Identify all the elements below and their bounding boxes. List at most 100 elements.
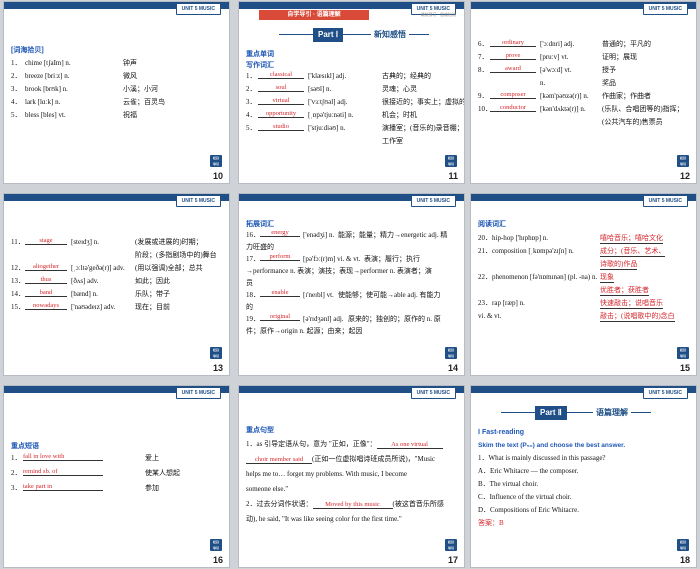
answer-blank[interactable]: nowadays — [25, 302, 67, 310]
list-item: 3． take part in 参加 — [11, 483, 223, 499]
item-meaning: 阶段；(多指剧场中的)舞台 — [135, 251, 217, 259]
answer-blank[interactable]: conductor — [490, 104, 536, 112]
nav-corner-icon[interactable]: 栏目 导引 — [677, 155, 689, 167]
nav-corner-icon[interactable]: 栏目 导引 — [210, 347, 222, 359]
answer-blank[interactable]: enable — [260, 289, 300, 297]
answer-blank[interactable]: remind sb. of — [23, 468, 103, 476]
item-number: 12． — [11, 264, 25, 272]
answer-blank[interactable]: perform — [260, 253, 300, 261]
answer-option[interactable]: B．The virtual choir. — [478, 478, 690, 491]
list-item: 8． award [ə'wɔːd] vt. 授予 — [478, 65, 690, 79]
sentence-2-intro: 2．过去分词作状语： — [246, 500, 313, 508]
list-item: vi. & vt. 敲击；(说唱歌中的)念白 — [478, 312, 690, 325]
slide-18[interactable]: UNIT 5 MUSIC Part Ⅱ 语篇理解 Ⅰ Fast-reading … — [470, 385, 697, 568]
section-heading: 重点句型 — [246, 427, 274, 434]
slide-11[interactable]: UNIT 5 MUSIC 自学导引 · 语篇理解 课前预习 · 思维检测 Par… — [238, 1, 465, 184]
item-number: 5． — [11, 111, 22, 119]
part-number: Part Ⅰ — [313, 28, 344, 42]
item-number: 3． — [11, 484, 22, 492]
answer-blank[interactable]: virtual — [258, 97, 304, 105]
nav-corner-icon[interactable]: 栏目 导引 — [445, 347, 457, 359]
answer-blank[interactable]: fall in love with — [23, 453, 103, 461]
sentence-1-translation: (正如一位虚拟唱诗班成员所说)，"Music — [312, 455, 436, 463]
list-item: 18． enable [ɪ'neɪbl] vt. 使能够；使可能→able adj. … — [246, 289, 458, 303]
nav-corner-icon[interactable]: 栏目 导引 — [210, 539, 222, 551]
item-meaning: 嘻哈音乐；嘻哈文化 — [600, 234, 663, 244]
item-meaning: 力旺盛的 — [246, 243, 274, 251]
item-meaning: (乐队、合唱团等的)指挥； — [602, 105, 684, 113]
list-item: 优胜者；获胜者 — [478, 286, 690, 299]
answer-option[interactable]: D．Compositions of Eric Whitacre. — [478, 504, 690, 517]
answer-blank[interactable]: studio — [258, 123, 304, 131]
page-number: 17 — [447, 555, 458, 565]
nav-corner-icon[interactable]: 栏目 导引 — [210, 155, 222, 167]
answer-blank[interactable]: award — [490, 65, 536, 73]
list-item: 15． nowadays ['naʊədeɪz] adv. 现在；目前 — [11, 302, 223, 316]
item-term: [pə'fɔː(r)m] vi. & vt. — [303, 255, 361, 263]
answer-option[interactable]: C．Influence of the virtual choir. — [478, 491, 690, 504]
page-number: 10 — [212, 171, 223, 181]
part-number: Part Ⅱ — [535, 406, 567, 420]
slide-16[interactable]: UNIT 5 MUSIC 重点短语 1． fall in love with 爱上 2… — [3, 385, 230, 568]
slide-17[interactable]: UNIT 5 MUSIC 重点句型 1．as 引导定语从句，意为 "正如，正像"… — [238, 385, 465, 568]
unit-tag: UNIT 5 MUSIC — [175, 195, 221, 207]
list-item: 5． bless [bles] vt. 祝福 — [11, 111, 223, 124]
item-meaning: 祝福 — [123, 111, 137, 119]
item-term: hip-hop ['hɪphɒp] n. — [492, 234, 549, 242]
item-meaning: (发展或进展的)时期； — [135, 238, 203, 246]
nav-corner-icon[interactable]: 栏目 导引 — [445, 155, 457, 167]
slide-13[interactable]: UNIT 5 MUSIC 11． stage [steɪdʒ] n. (发展或进展的)… — [3, 193, 230, 376]
nav-corner-icon[interactable]: 栏目 导引 — [677, 539, 689, 551]
item-meaning: 很接近的；事实上；虚拟的 — [382, 98, 465, 106]
item-meaning: 演播室；(音乐的)录音棚； — [382, 124, 464, 132]
sentence-2-answer[interactable]: Moved by this music — [312, 501, 393, 509]
item-meaning: 成分；(音乐、艺术、 — [600, 247, 666, 257]
answer-option[interactable]: A．Eric Whitacre — the composer. — [478, 465, 690, 478]
answer-blank[interactable]: composer — [490, 91, 536, 99]
part-banner: Part Ⅰ 新知感悟 — [279, 28, 429, 42]
item-meaning: 如此；因此 — [135, 277, 170, 285]
slide-10[interactable]: UNIT 5 MUSIC [词海拾贝] 1． chime [tʃaIm] n. 钟声… — [3, 1, 230, 184]
sentence-1-line4: someone else." — [246, 485, 289, 493]
item-number: 11． — [11, 238, 25, 246]
answer-blank[interactable]: soul — [258, 84, 304, 92]
nav-corner-icon[interactable]: 栏目 导引 — [445, 539, 457, 551]
answer-blank[interactable]: prove — [490, 52, 536, 60]
section-heading: 重点单词 — [246, 51, 274, 58]
item-term: breeze [briːz] n. — [25, 72, 70, 80]
item-meaning: 小溪；小河 — [123, 85, 158, 93]
page-number: 14 — [447, 363, 458, 373]
slide-14[interactable]: UNIT 5 MUSIC 拓展词汇 16． energy ['enədʒi] n. 能… — [238, 193, 465, 376]
item-term: [səʊl] n. — [308, 85, 332, 93]
answer-blank[interactable]: thus — [25, 276, 67, 284]
answer-blank[interactable]: stage — [25, 237, 67, 245]
slide-15[interactable]: UNIT 5 MUSIC 阅读词汇 20． hip-hop ['hɪphɒp] n… — [470, 193, 697, 376]
section-heading: 阅读词汇 — [478, 221, 506, 228]
sentence-1-answer-cont[interactable]: choir member said — [246, 456, 312, 464]
section-heading: [词海拾贝] — [11, 47, 44, 54]
sentence-1-answer[interactable]: As one virtual — [376, 441, 443, 449]
list-item: 2． remind sb. of 使某人想起 — [11, 468, 223, 484]
slide-12[interactable]: UNIT 5 MUSIC 6． ordinary ['ɔːdnri] adj. 普通的… — [470, 1, 697, 184]
item-term: bless [bles] vt. — [25, 111, 66, 119]
item-number: 7． — [478, 53, 489, 61]
answer-blank[interactable]: altogether — [25, 263, 67, 271]
answer: 答案：B — [478, 519, 504, 527]
answer-blank[interactable]: opportunity — [258, 110, 304, 118]
answer-blank[interactable]: take part in — [23, 483, 103, 491]
unit-tag: UNIT 5 MUSIC — [642, 195, 688, 207]
list-item: 21． composition [ˌkɒmpə'zɪʃn] n. 成分；(音乐、艺术… — [478, 247, 690, 260]
item-meaning: 古典的；经典的 — [382, 72, 431, 80]
list-item: 3． brook [brʊk] n. 小溪；小河 — [11, 85, 223, 98]
fast-reading-heading: Ⅰ Fast-reading — [478, 429, 525, 436]
answer-blank[interactable]: band — [25, 289, 67, 297]
list-item: 22． phenomenon [fə'nɒmɪnən] (pl. -na) n. 现… — [478, 273, 690, 286]
answer-blank[interactable]: original — [260, 313, 300, 321]
unit-tag: UNIT 5 MUSIC — [410, 195, 456, 207]
item-meaning: 能源；能量；精力→energetic adj. 精 — [338, 231, 448, 239]
answer-blank[interactable]: energy — [260, 229, 300, 237]
answer-blank[interactable]: classical — [258, 71, 304, 79]
item-number: 15． — [11, 303, 25, 311]
nav-corner-icon[interactable]: 栏目 导引 — [677, 347, 689, 359]
answer-blank[interactable]: ordinary — [490, 39, 536, 47]
